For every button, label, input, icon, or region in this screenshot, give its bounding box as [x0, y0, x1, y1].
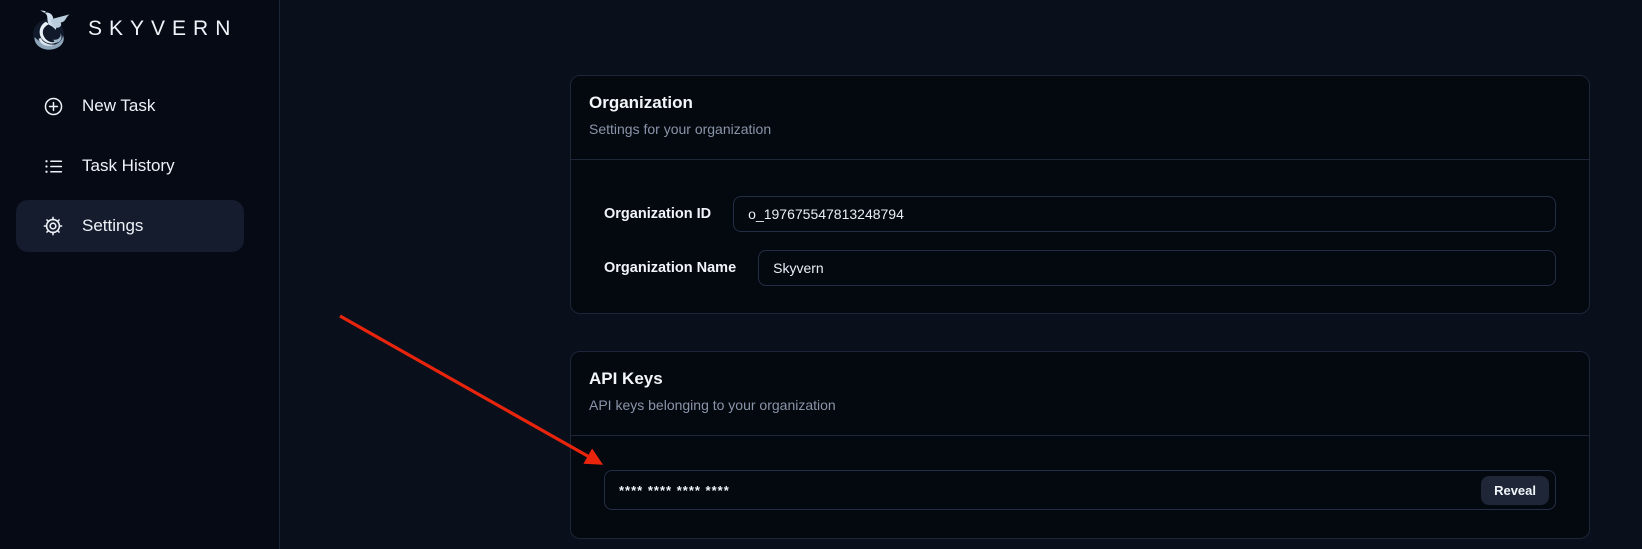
organization-card: Organization Settings for your organizat…	[570, 75, 1590, 314]
organization-name-row: Organization Name	[604, 250, 1556, 286]
organization-id-input[interactable]	[733, 196, 1556, 232]
api-keys-card: API Keys API keys belonging to your orga…	[570, 351, 1590, 539]
organization-id-label: Organization ID	[604, 206, 711, 222]
sidebar-item-label: New Task	[82, 96, 155, 116]
app-root: SKYVERN New Task Task History	[0, 0, 1642, 549]
api-keys-card-header: API Keys API keys belonging to your orga…	[571, 352, 1589, 436]
logo[interactable]: SKYVERN	[24, 3, 237, 55]
logo-text: SKYVERN	[88, 17, 237, 41]
organization-name-input[interactable]	[758, 250, 1556, 286]
api-keys-card-title: API Keys	[589, 369, 1571, 389]
skyvern-dragon-logo-icon	[24, 3, 76, 55]
sidebar-nav: New Task Task History	[16, 80, 244, 260]
organization-id-row: Organization ID	[604, 196, 1556, 232]
organization-card-header: Organization Settings for your organizat…	[571, 76, 1589, 160]
api-key-field: Reveal	[604, 470, 1556, 510]
sidebar-item-label: Task History	[82, 156, 175, 176]
organization-name-label: Organization Name	[604, 260, 736, 276]
organization-card-subtitle: Settings for your organization	[589, 121, 1571, 137]
api-key-masked-input[interactable]	[619, 483, 1481, 498]
api-keys-card-subtitle: API keys belonging to your organization	[589, 397, 1571, 413]
sidebar-item-task-history[interactable]: Task History	[16, 140, 244, 192]
sidebar-item-settings[interactable]: Settings	[16, 200, 244, 252]
organization-card-title: Organization	[589, 93, 1571, 113]
gear-icon	[42, 215, 64, 237]
list-icon	[42, 155, 64, 177]
sidebar-item-label: Settings	[82, 216, 143, 236]
sidebar-item-new-task[interactable]: New Task	[16, 80, 244, 132]
plus-circle-icon	[42, 95, 64, 117]
main-content: Organization Settings for your organizat…	[280, 0, 1642, 549]
api-keys-card-body: Reveal	[571, 436, 1589, 510]
organization-card-body: Organization ID Organization Name	[571, 160, 1589, 286]
sidebar: SKYVERN New Task Task History	[0, 0, 280, 549]
reveal-button[interactable]: Reveal	[1481, 476, 1549, 505]
